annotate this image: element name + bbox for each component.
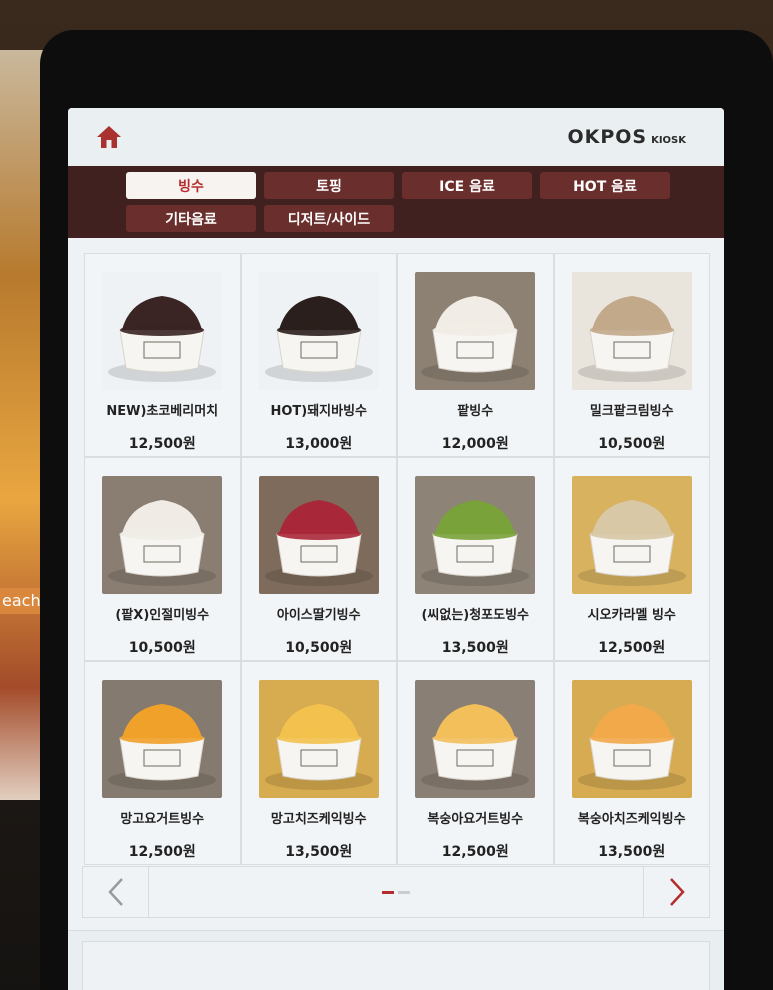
product-name: NEW)초코베리머치 <box>106 404 219 419</box>
chevron-left-icon[interactable] <box>83 867 149 917</box>
product-image <box>415 680 536 798</box>
product-name: 시오카라멜 빙수 <box>587 608 676 623</box>
product-name: 밀크팥크림빙수 <box>589 404 674 419</box>
product-name: HOT)돼지바빙수 <box>270 404 368 419</box>
product-card[interactable]: 망고치즈케익빙수 13,500원 <box>240 661 397 865</box>
category-tab-dessert-side[interactable]: 디저트/사이드 <box>264 205 394 232</box>
product-card[interactable]: 복숭아치즈케익빙수 13,500원 <box>553 661 710 865</box>
product-card[interactable]: 아이스딸기빙수 10,500원 <box>240 457 397 661</box>
page-indicator <box>382 890 410 894</box>
product-card[interactable]: 밀크팥크림빙수 10,500원 <box>553 253 710 457</box>
brand-subtitle: KIOSK <box>651 135 686 146</box>
product-image <box>258 476 379 594</box>
product-card[interactable]: HOT)돼지바빙수 13,000원 <box>240 253 397 457</box>
product-name: 아이스딸기빙수 <box>276 608 361 623</box>
product-name: (씨없는)청포도빙수 <box>421 608 530 623</box>
product-price: 13,500원 <box>598 844 666 860</box>
product-price: 13,500원 <box>441 640 509 656</box>
product-price: 13,500원 <box>285 844 353 860</box>
home-icon[interactable] <box>94 123 124 151</box>
product-image <box>415 272 536 390</box>
product-image <box>102 680 223 798</box>
page-dot-active <box>382 890 394 894</box>
product-image <box>258 680 379 798</box>
chevron-right-icon[interactable] <box>643 867 709 917</box>
product-price: 13,000원 <box>285 436 353 452</box>
category-tab-topping[interactable]: 토핑 <box>264 172 394 199</box>
product-price: 12,000원 <box>441 436 509 452</box>
category-tab-ice-drinks[interactable]: ICE 음료 <box>402 172 532 199</box>
top-bar: OKPOS KIOSK <box>68 108 724 166</box>
product-price: 12,500원 <box>128 844 196 860</box>
product-card[interactable]: 복숭아요거트빙수 12,500원 <box>397 661 554 865</box>
footer-area <box>68 930 724 990</box>
category-row-2: 기타음료 디저트/사이드 <box>126 205 724 232</box>
category-row-1: 빙수 토핑 ICE 음료 HOT 음료 <box>126 172 724 199</box>
product-image <box>258 272 379 390</box>
product-card[interactable]: 팥빙수 12,000원 <box>397 253 554 457</box>
product-card[interactable]: (팥X)인절미빙수 10,500원 <box>84 457 241 661</box>
product-name: 복숭아치즈케익빙수 <box>577 812 686 827</box>
product-price: 12,500원 <box>441 844 509 860</box>
product-name: 망고치즈케익빙수 <box>270 812 367 827</box>
category-bar: 빙수 토핑 ICE 음료 HOT 음료 기타음료 디저트/사이드 <box>68 166 724 238</box>
product-price: 10,500원 <box>598 436 666 452</box>
product-price: 10,500원 <box>285 640 353 656</box>
category-tab-bingsu[interactable]: 빙수 <box>126 172 256 199</box>
page-dot <box>398 890 410 894</box>
product-image <box>571 680 692 798</box>
product-card[interactable]: 망고요거트빙수 12,500원 <box>84 661 241 865</box>
product-grid: NEW)초코베리머치 12,500원 HOT)돼지바빙수 13,000원 팥빙수 12,0… <box>84 253 710 865</box>
brand-name: OKPOS <box>567 126 648 148</box>
product-price: 12,500원 <box>598 640 666 656</box>
product-image <box>415 476 536 594</box>
product-name: (팥X)인절미빙수 <box>115 608 210 623</box>
kiosk-screen: OKPOS KIOSK 빙수 토핑 ICE 음료 HOT 음료 기타음료 디저트… <box>68 108 724 990</box>
product-price: 12,500원 <box>128 436 196 452</box>
product-name: 팥빙수 <box>457 404 494 419</box>
product-image <box>102 272 223 390</box>
category-tab-other-drinks[interactable]: 기타음료 <box>126 205 256 232</box>
product-image <box>571 476 692 594</box>
category-tab-hot-drinks[interactable]: HOT 음료 <box>540 172 670 199</box>
product-card[interactable]: (씨없는)청포도빙수 13,500원 <box>397 457 554 661</box>
product-card[interactable]: NEW)초코베리머치 12,500원 <box>84 253 241 457</box>
product-card[interactable]: 시오카라멜 빙수 12,500원 <box>553 457 710 661</box>
product-image <box>571 272 692 390</box>
pagination-bar <box>82 866 710 918</box>
footer-panel <box>82 941 710 990</box>
product-image <box>102 476 223 594</box>
product-name: 복숭아요거트빙수 <box>427 812 524 827</box>
product-price: 10,500원 <box>128 640 196 656</box>
product-name: 망고요거트빙수 <box>120 812 205 827</box>
brand-logo: OKPOS KIOSK <box>567 126 686 148</box>
